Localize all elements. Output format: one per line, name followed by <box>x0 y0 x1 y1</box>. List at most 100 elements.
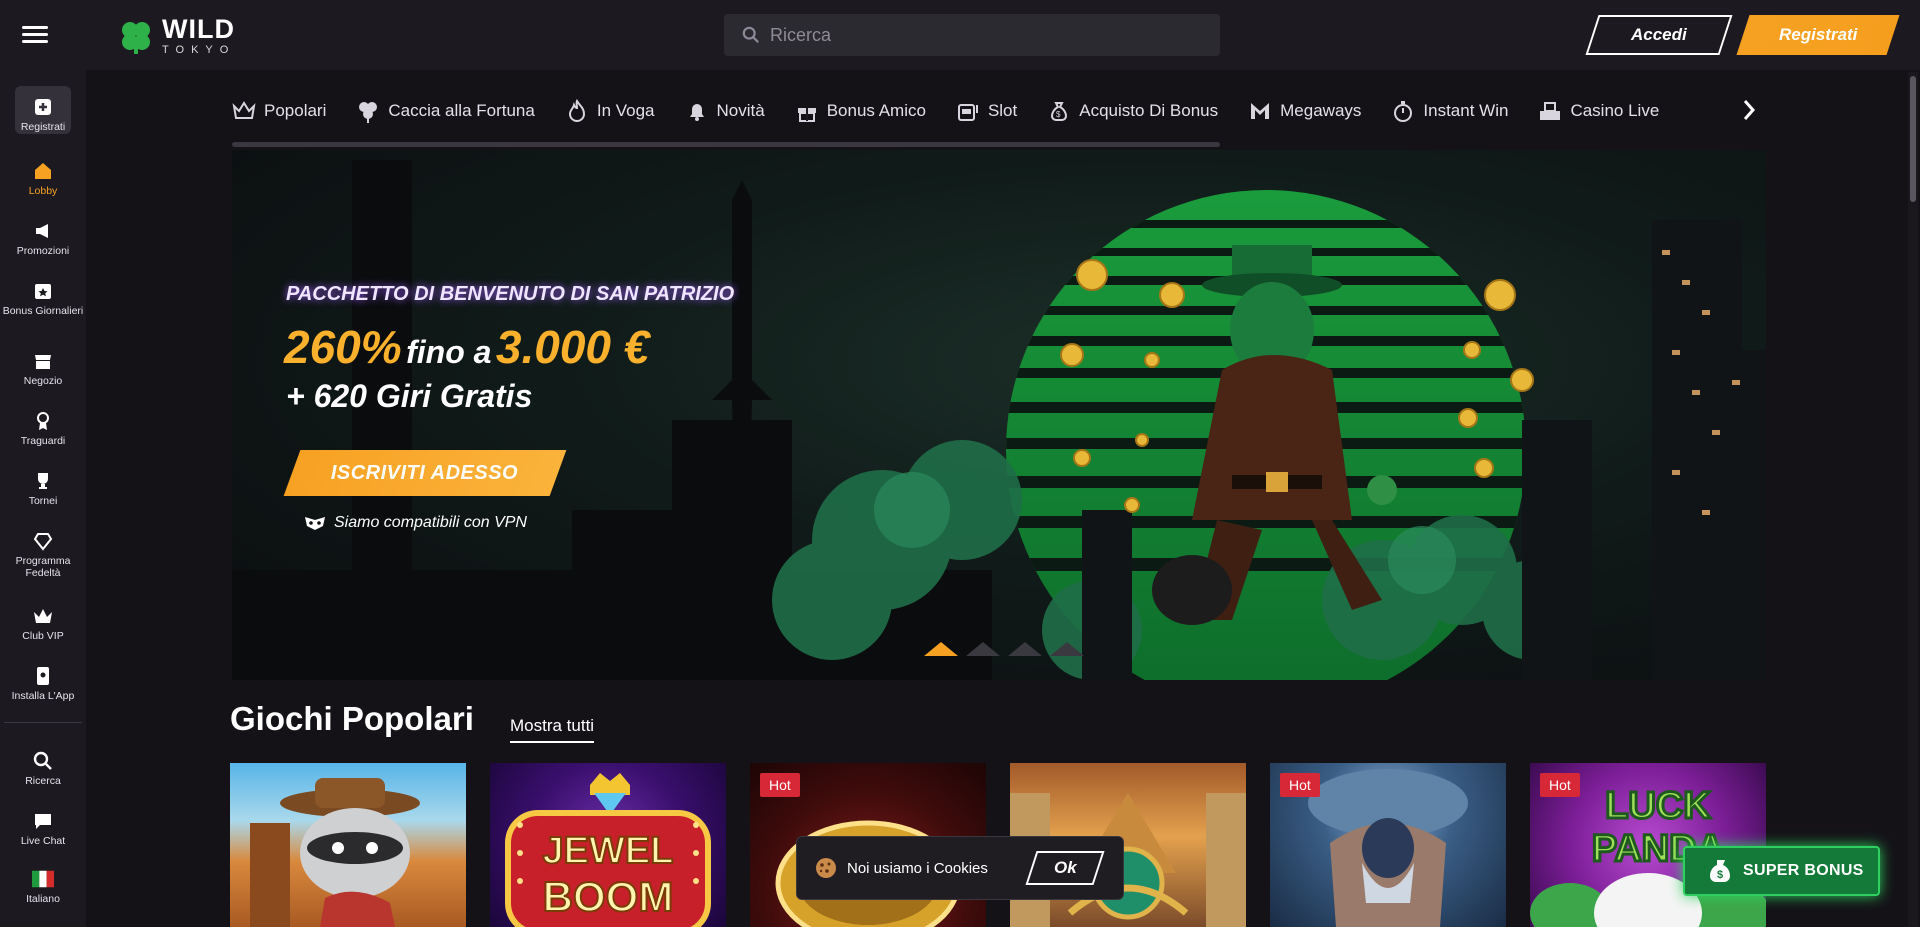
super-bonus-label: SUPER BONUS <box>1743 862 1864 879</box>
category-friend-bonus[interactable]: Bonus Amico <box>795 99 926 123</box>
bell-icon <box>689 104 704 121</box>
sidebar-item-tournaments[interactable]: Tornei <box>0 470 86 507</box>
chevron-right-icon[interactable] <box>1742 98 1756 122</box>
hot-badge: Hot <box>1540 773 1580 797</box>
signup-now-button[interactable]: ISCRIVITI ADESSO <box>283 450 567 496</box>
jewel-boom-art: JEWEL BOOM <box>505 773 711 927</box>
phone-icon <box>32 665 54 687</box>
sidebar-item-search[interactable]: Ricerca <box>0 750 86 787</box>
hot-badge: Hot <box>760 773 800 797</box>
sidebar-item-label: Programma Fedeltà <box>15 555 71 579</box>
category-label: In Voga <box>596 101 655 120</box>
cookie-icon <box>816 858 836 878</box>
italy-flag-icon <box>32 868 54 890</box>
menu-icon[interactable] <box>22 26 48 44</box>
banner-fino: fino a <box>406 334 492 370</box>
category-label: Bonus Amico <box>826 101 926 120</box>
sidebar-item-label: Lobby <box>28 185 58 197</box>
category-bar: Popolari Caccia alla Fortuna In Voga Nov… <box>232 90 1689 132</box>
home-icon <box>32 160 54 182</box>
sidebar-item-register[interactable]: Registrati <box>0 96 86 133</box>
hot-badge: Hot <box>1280 773 1320 797</box>
category-label: Instant Win <box>1423 101 1509 120</box>
game-card[interactable]: Hot <box>1270 763 1506 927</box>
category-label: Megaways <box>1280 101 1362 120</box>
category-label: Novità <box>716 101 765 120</box>
carousel-dot[interactable] <box>964 640 1002 658</box>
search-icon <box>742 26 759 43</box>
search-icon <box>32 750 54 772</box>
banner-carousel-dots <box>922 640 1086 658</box>
calendar-star-icon <box>32 280 54 302</box>
raccoon-cowboy-art <box>250 778 420 927</box>
super-bonus-button[interactable]: $ SUPER BONUS <box>1683 846 1880 896</box>
section-title: Giochi Popolari <box>230 700 474 737</box>
clover-icon <box>359 102 378 123</box>
category-instant-win[interactable]: Instant Win <box>1391 99 1508 123</box>
banner-kicker: PACCHETTO DI BENVENUTO DI SAN PATRIZIO <box>286 283 735 305</box>
category-label: Acquisto Di Bonus <box>1079 101 1219 120</box>
sidebar: Registrati Lobby Promozioni Bonus Giorna… <box>0 70 86 927</box>
category-label: Slot <box>987 101 1018 120</box>
category-trending[interactable]: In Voga <box>565 99 655 123</box>
game-card[interactable] <box>230 763 466 927</box>
banner-headline: 260% fino a 3.000 € <box>284 320 649 374</box>
show-all-link[interactable]: Mostra tutti <box>510 716 595 743</box>
top-bar: WILD TOKYO Accedi Registrati <box>0 0 1920 70</box>
carousel-dot-active[interactable] <box>922 640 960 658</box>
sidebar-item-milestones[interactable]: Traguardi <box>0 410 86 447</box>
category-bonus-buy[interactable]: $ Acquisto Di Bonus <box>1047 99 1218 123</box>
search-input[interactable] <box>770 24 1190 46</box>
sidebar-item-label: Italiano <box>26 893 60 905</box>
sidebar-item-label: Club VIP <box>22 630 64 642</box>
sidebar-item-language[interactable]: Italiano <box>0 868 86 905</box>
category-slot[interactable]: Slot <box>956 99 1017 123</box>
logo[interactable]: WILD TOKYO <box>118 16 235 56</box>
sidebar-item-label: Tornei <box>28 495 58 507</box>
money-bag-icon: $ <box>1710 860 1730 882</box>
casino-icon <box>1540 102 1561 120</box>
medal-icon <box>32 410 54 432</box>
sidebar-item-shop[interactable]: Negozio <box>0 350 86 387</box>
svg-text:$: $ <box>1056 110 1061 119</box>
carousel-dot[interactable] <box>1048 640 1086 658</box>
sidebar-item-promotions[interactable]: Promozioni <box>0 220 86 257</box>
cookie-ok-button[interactable]: Ok <box>1025 851 1105 885</box>
category-fortune-hunt[interactable]: Caccia alla Fortuna <box>356 99 535 123</box>
sidebar-item-install-app[interactable]: Installa L'App <box>0 665 86 702</box>
vpn-text: Siamo compatibili con VPN <box>334 514 527 531</box>
category-megaways[interactable]: Megaways <box>1248 99 1361 123</box>
category-label: Popolari <box>264 101 327 120</box>
game-title-line1: LUCK <box>1605 785 1711 827</box>
sidebar-item-vip[interactable]: Club VIP <box>0 605 86 642</box>
hero-banner[interactable]: PACCHETTO DI BENVENUTO DI SAN PATRIZIO 2… <box>232 150 1766 680</box>
sidebar-item-loyalty[interactable]: Programma Fedeltà <box>0 530 86 579</box>
game-title-line2: BOOM <box>543 873 674 920</box>
megaphone-icon <box>32 220 54 242</box>
register-label: Registrati <box>1778 25 1858 44</box>
clover-logo-icon <box>122 22 150 54</box>
stopwatch-icon <box>1394 101 1413 122</box>
page-scrollbar[interactable] <box>1908 72 1918 927</box>
category-new[interactable]: Novità <box>685 99 765 123</box>
search-bar[interactable] <box>724 14 1220 56</box>
carousel-dot[interactable] <box>1006 640 1044 658</box>
login-label: Accedi <box>1631 25 1687 44</box>
game-card[interactable]: LUCK PANDA Hot <box>1530 763 1766 927</box>
login-button[interactable]: Accedi <box>1585 15 1733 55</box>
sidebar-item-live-chat[interactable]: Live Chat <box>0 810 86 847</box>
category-scrollbar[interactable] <box>232 142 1220 147</box>
register-icon <box>32 96 54 118</box>
trophy-icon <box>32 470 54 492</box>
game-card[interactable]: JEWEL BOOM <box>490 763 726 927</box>
scrollbar-thumb[interactable] <box>1910 76 1916 202</box>
category-popular[interactable]: Popolari <box>232 99 326 123</box>
sidebar-item-lobby[interactable]: Lobby <box>0 160 86 197</box>
logo-sub: TOKYO <box>162 44 236 56</box>
sidebar-item-daily-bonus[interactable]: Bonus Giornalieri <box>0 280 86 317</box>
category-live-casino[interactable]: Casino Live <box>1538 99 1659 123</box>
register-button[interactable]: Registrati <box>1736 15 1900 55</box>
cookie-ok-label: Ok <box>1053 858 1077 877</box>
gift-icon <box>797 108 816 122</box>
logo-word: WILD <box>162 14 235 44</box>
